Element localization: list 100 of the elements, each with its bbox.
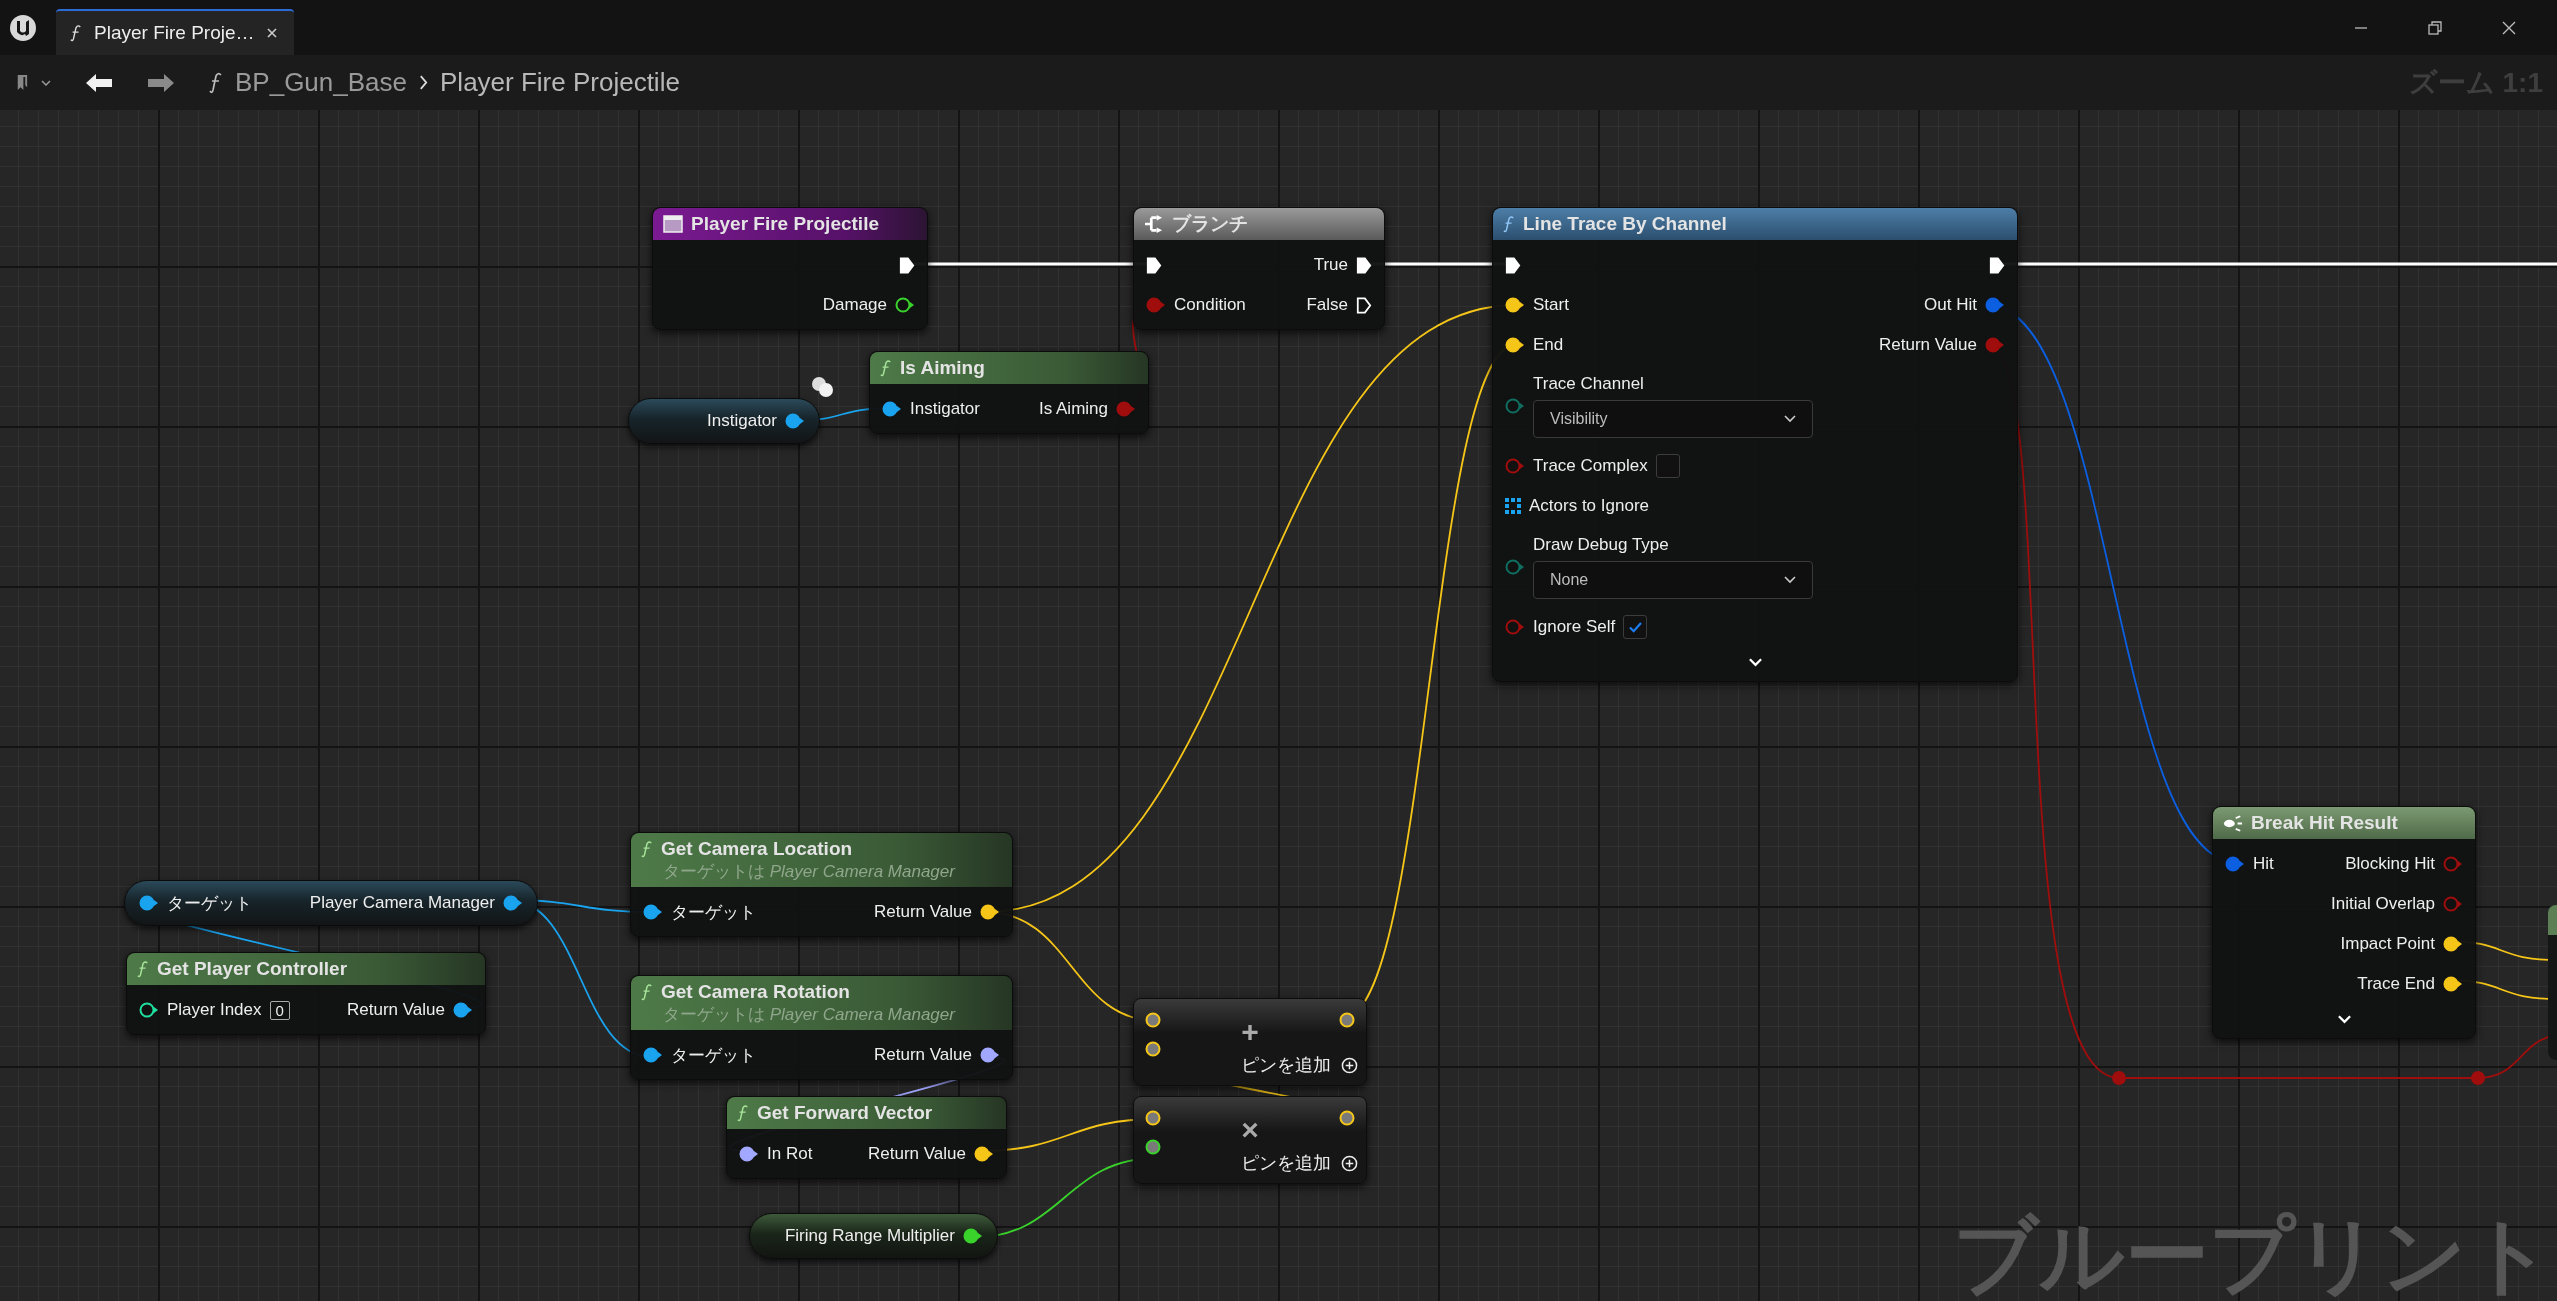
pin-label: Ignore Self	[1533, 617, 1616, 637]
pin-label: In Rot	[767, 1144, 813, 1164]
pin-label: Player Index	[167, 1000, 262, 1020]
chevron-down-icon[interactable]	[1784, 576, 1796, 584]
data-pin[interactable]	[1144, 1011, 1162, 1029]
operator-symbol: ×	[1241, 1113, 1259, 1147]
breadcrumb-link[interactable]: Player Fire Projectile	[440, 67, 680, 98]
pin-label: Start	[1533, 295, 1569, 315]
close-icon[interactable]	[2501, 19, 2517, 36]
node-title: Player Fire Projectile	[691, 213, 879, 235]
forward-arrow-icon[interactable]	[147, 72, 175, 93]
data-pin[interactable]	[974, 1146, 994, 1162]
dropdown[interactable]: None	[1533, 561, 1813, 599]
array-pin-icon[interactable]	[1505, 498, 1521, 514]
graph-node[interactable]: Break Hit Result Hit Blocking Hit Initial Overlap Impact Point Trace End	[2212, 806, 2476, 1039]
exec-pin[interactable]	[1146, 255, 1162, 275]
graph-node[interactable]: ブランチ True Condition False	[1133, 207, 1385, 330]
break-struct-icon	[2223, 814, 2243, 832]
data-pin[interactable]	[2443, 976, 2463, 992]
function-icon	[137, 960, 149, 978]
data-pin[interactable]	[139, 1002, 159, 1018]
graph-node[interactable]: Get Camera Location ターゲットは Player Camera Manager ターゲット Return Value	[630, 832, 1013, 937]
data-pin[interactable]	[503, 895, 523, 911]
pin-label: Hit	[2253, 854, 2274, 874]
node-title: Get Player Controller	[157, 958, 348, 980]
graph-node[interactable]: Player Fire Projectile Damage	[652, 207, 928, 330]
pin-label: Return Value	[874, 1045, 972, 1065]
math-node[interactable]: × ピンを追加	[1133, 1096, 1367, 1184]
close-icon[interactable]	[266, 28, 277, 38]
add-pin-button[interactable]: ピンを追加	[1241, 1053, 1358, 1077]
pin-label: False	[1306, 295, 1348, 315]
data-pin[interactable]	[1338, 1109, 1356, 1127]
data-pin[interactable]	[643, 1047, 663, 1063]
add-pin-button[interactable]: ピンを追加	[1241, 1151, 1358, 1175]
plus-circle-icon[interactable]	[1341, 1056, 1358, 1074]
pin-label: Firing Range Multiplier	[784, 1226, 955, 1246]
data-pin[interactable]	[2443, 936, 2463, 952]
exec-pin[interactable]	[1356, 255, 1372, 275]
exec-pin[interactable]	[899, 255, 915, 275]
pin-label: Condition	[1174, 295, 1246, 315]
value-field[interactable]: 0	[269, 1000, 290, 1020]
pin-label: True	[1313, 255, 1348, 275]
restore-icon[interactable]	[2427, 19, 2443, 36]
data-pin[interactable]	[963, 1228, 983, 1244]
graph-node[interactable]: Line Trace By Channel Start Out Hit End Return Value Trace Channel Visibility Trace Complex Actors to Ignore Draw Debug Type None Ignore Self	[1492, 207, 2018, 682]
data-pin[interactable]	[1505, 297, 1525, 313]
data-pin[interactable]	[1338, 1011, 1356, 1029]
dropdown[interactable]: Visibility	[1533, 400, 1813, 438]
node-title: Get Forward Vector	[757, 1102, 933, 1124]
orb-icon	[810, 376, 836, 398]
caret-icon[interactable]	[41, 79, 51, 86]
graph-node[interactable]: Get Player Controller Player Index 0 Return Value	[126, 952, 486, 1035]
graph-node[interactable]: Get Camera Rotation ターゲットは Player Camera Manager ターゲット Return Value	[630, 975, 1013, 1080]
node-title: ブランチ	[1172, 212, 1248, 236]
plus-circle-icon[interactable]	[1341, 1154, 1358, 1172]
pin-label: Initial Overlap	[2331, 894, 2435, 914]
data-pin[interactable]	[1505, 337, 1525, 353]
pin-label: Player Camera Manager	[309, 893, 495, 913]
pin-label: Return Value	[347, 1000, 445, 1020]
graph-node[interactable]: Get Forward Vector In Rot Return Value	[726, 1096, 1007, 1179]
pin-label: Is Aiming	[1039, 399, 1108, 419]
variable-node[interactable]: Instigator	[628, 398, 820, 444]
data-pin[interactable]	[139, 895, 159, 911]
checkbox[interactable]	[1655, 454, 1680, 478]
node-title: Line Trace By Channel	[1523, 213, 1727, 235]
pin-label: Return Value	[874, 902, 972, 922]
variable-node[interactable]: ターゲット Player Camera Manager	[124, 880, 538, 926]
variable-node[interactable]: Firing Range Multiplier	[749, 1213, 998, 1259]
expand-chevron-icon[interactable]	[2336, 1014, 2352, 1024]
pin-label: Impact Point	[2340, 934, 2435, 954]
data-pin[interactable]	[453, 1002, 473, 1018]
data-pin[interactable]	[785, 413, 805, 429]
exec-pin[interactable]	[1989, 255, 2005, 275]
function-icon	[880, 359, 892, 377]
data-pin[interactable]	[739, 1146, 759, 1162]
checkbox[interactable]	[1623, 615, 1648, 639]
data-pin[interactable]	[895, 297, 915, 313]
data-pin[interactable]	[980, 904, 1000, 920]
data-pin[interactable]	[882, 401, 902, 417]
pin-label: Trace Complex	[1533, 456, 1648, 476]
graph-canvas[interactable]	[0, 110, 2557, 1301]
exec-pin[interactable]	[1356, 295, 1372, 315]
exec-pin[interactable]	[1505, 255, 1521, 275]
document-tab[interactable]: Player Fire Proje…	[56, 9, 294, 55]
data-pin[interactable]	[643, 904, 663, 920]
expand-chevron-icon[interactable]	[1747, 657, 1763, 667]
data-pin[interactable]	[980, 1047, 1000, 1063]
data-pin[interactable]	[1144, 1138, 1162, 1156]
back-arrow-icon[interactable]	[85, 72, 113, 93]
pin-label: ターゲット	[671, 901, 756, 924]
data-pin[interactable]	[1144, 1040, 1162, 1058]
math-node[interactable]: + ピンを追加	[1133, 998, 1367, 1086]
branch-icon	[1144, 215, 1164, 233]
pin-label: Out Hit	[1924, 295, 1977, 315]
breadcrumb-link[interactable]: BP_Gun_Base	[235, 67, 407, 98]
graph-node[interactable]: Is Aiming Instigator Is Aiming	[869, 351, 1149, 434]
data-pin[interactable]	[1144, 1109, 1162, 1127]
chevron-down-icon[interactable]	[1784, 415, 1796, 423]
pin-label: Return Value	[868, 1144, 966, 1164]
check-icon	[1628, 621, 1642, 633]
